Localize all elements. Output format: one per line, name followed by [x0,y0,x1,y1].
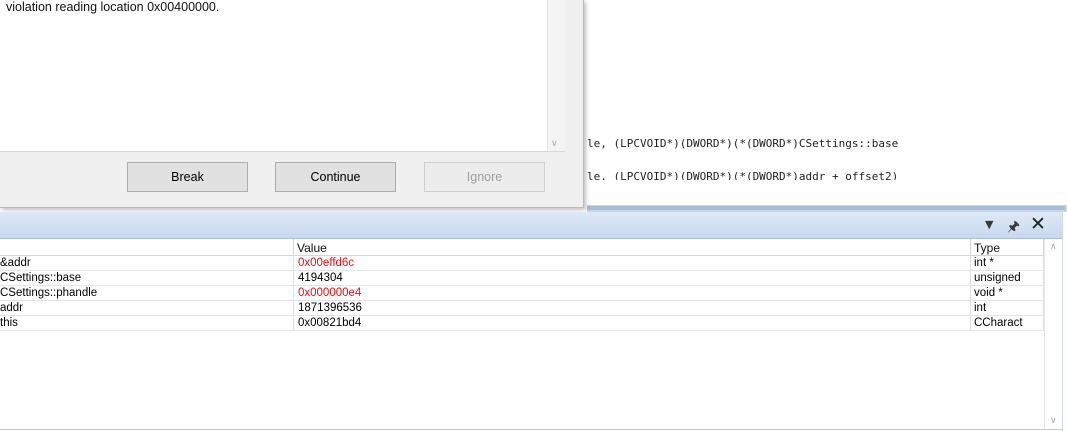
column-header-name[interactable] [0,239,294,256]
variable-name[interactable]: this [0,316,294,331]
variable-type: void * [971,286,1044,301]
close-icon[interactable]: ✕ [1030,213,1046,235]
editor-scroll-thumb[interactable] [587,206,1065,210]
locals-panel: ▼ 🖈︎ ✕ Value Type &addr 0x00effd6c int *… [0,212,1067,431]
variable-type: unsigned [971,271,1044,286]
column-header-value[interactable]: Value [294,239,971,256]
exception-message-box[interactable]: violation reading location 0x00400000. ∨ [0,0,565,152]
variable-type: CCharact [971,316,1044,331]
dropdown-arrow-icon[interactable]: ▼ [985,218,993,231]
variable-type: int [971,301,1044,316]
variable-value[interactable]: 0x00effd6c [294,256,971,271]
exception-dialog: violation reading location 0x00400000. ∨… [0,0,584,208]
variable-value[interactable]: 0x000000e4 [294,286,971,301]
variable-name[interactable]: CSettings::base [0,271,294,286]
table-row[interactable]: this 0x00821bd4 CCharact [0,316,1044,331]
variable-type: int * [971,256,1044,271]
chevron-down-icon[interactable]: ∨ [551,139,558,149]
variable-value[interactable]: 0x00821bd4 [294,316,971,331]
variable-value[interactable]: 1871396536 [294,301,971,316]
locals-grid: Value Type &addr 0x00effd6c int * CSetti… [0,239,1063,430]
code-line[interactable]: le, (LPCVOID*)(DWORD*)(*(DWORD*)addr + o… [587,170,898,180]
variable-name[interactable]: CSettings::phandle [0,286,294,301]
break-button[interactable]: Break [127,162,248,192]
panel-title-bar[interactable]: ▼ 🖈︎ ✕ [0,212,1062,239]
continue-button[interactable]: Continue [275,162,396,192]
table-row[interactable]: addr 1871396536 int [0,301,1044,316]
variable-name[interactable]: addr [0,301,294,316]
chevron-up-icon[interactable]: ∧ [1050,242,1057,252]
ignore-button[interactable]: Ignore [424,162,545,192]
panel-edge [1062,212,1067,431]
table-row[interactable]: CSettings::phandle 0x000000e4 void * [0,286,1044,301]
table-row[interactable]: &addr 0x00effd6c int * [0,256,1044,271]
exception-message: violation reading location 0x00400000. [6,0,220,14]
editor-horizontal-scrollbar[interactable] [587,205,1067,212]
column-header-type[interactable]: Type [971,239,1044,256]
message-scrollbar[interactable]: ∨ [547,0,565,151]
code-line[interactable]: le, (LPCVOID*)(DWORD*)(*(DWORD*)CSetting… [587,137,898,150]
variable-value[interactable]: 4194304 [294,271,971,286]
grid-vertical-scrollbar[interactable]: ∧ ∨ [1044,239,1063,429]
variable-name[interactable]: &addr [0,256,294,271]
pin-icon[interactable]: 🖈︎ [1007,216,1020,240]
table-row[interactable]: CSettings::base 4194304 unsigned [0,271,1044,286]
chevron-down-icon[interactable]: ∨ [1050,416,1057,426]
